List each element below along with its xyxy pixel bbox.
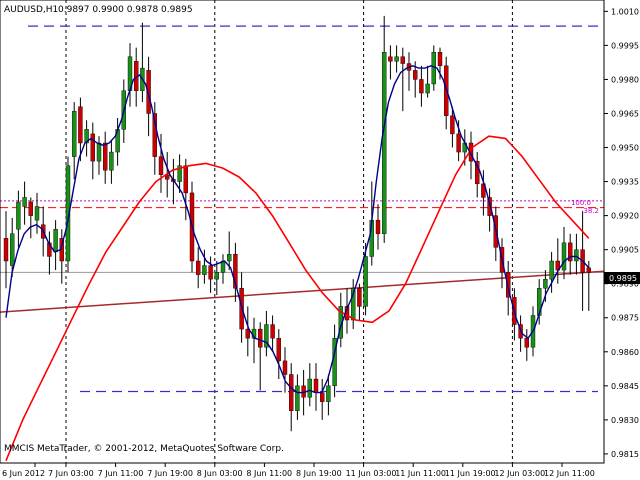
price-tick-label: 0.9980: [611, 75, 639, 84]
candle-body: [561, 242, 567, 271]
candle-body: [214, 272, 220, 280]
candle-body: [388, 56, 393, 62]
candle-body: [295, 385, 300, 411]
candle-body: [357, 288, 362, 307]
candle-body: [524, 337, 529, 348]
candle-body: [413, 70, 418, 80]
candle-body: [258, 328, 263, 348]
candle-body: [425, 83, 430, 94]
candle-body: [16, 201, 21, 230]
candle-body: [313, 378, 319, 393]
candle-body: [320, 392, 325, 402]
time-tick-label: 11 Jun 11:00: [395, 469, 446, 478]
price-tick-label: 0.9995: [611, 41, 639, 50]
chart-window[interactable]: 1.0010 0.9995 0.9980 0.9965 0.9950 0.9935 0.99…: [0, 0, 640, 480]
price-tick-label: 0.9965: [611, 109, 639, 118]
price-tick-label: 0.9920: [611, 212, 639, 221]
candle-body: [400, 56, 405, 64]
candle-body: [158, 156, 164, 175]
price-tick-label: 0.9830: [611, 416, 639, 425]
time-tick-label: 7 Jun 11:00: [98, 469, 144, 478]
candle-body: [549, 260, 554, 280]
time-tick-label: 8 Jun 19:00: [296, 469, 342, 478]
candle-body: [9, 233, 15, 266]
candle-body: [102, 142, 108, 171]
price-tick-label: 0.9845: [611, 382, 639, 391]
time-tick-label: 11 Jun 03:00: [346, 469, 397, 478]
candle-body: [109, 151, 114, 171]
candle-body: [586, 267, 591, 273]
candle-body: [382, 52, 387, 234]
candle-body: [3, 238, 9, 262]
candle-body: [543, 278, 548, 289]
candle-body: [394, 56, 399, 62]
price-tick-label: 1.0010: [611, 7, 639, 16]
candle-body: [375, 219, 381, 234]
time-tick-label: 11 Jun 19:00: [445, 469, 496, 478]
price-tick-label: 0.9815: [611, 450, 639, 459]
fib-label-38: 38.2: [583, 207, 599, 215]
time-tick-label: 7 Jun 03:00: [48, 469, 94, 478]
symbol-label: AUDUSD,H1: [4, 5, 58, 15]
time-tick-label: 12 Jun 03:00: [494, 469, 545, 478]
candle-body: [289, 374, 294, 411]
copyright-text: MMCIS MetaTrader, © 2001-2012, MetaQuote…: [4, 444, 284, 454]
candle-body: [226, 253, 232, 262]
price-tick-label: 0.9950: [611, 144, 639, 153]
candle-body: [28, 201, 33, 216]
candle-body: [202, 265, 207, 275]
candle-body: [208, 265, 213, 280]
price-tick-label: 0.9935: [611, 178, 639, 187]
time-tick-label: 8 Jun 11:00: [246, 469, 292, 478]
candle-body: [456, 133, 461, 153]
candle-body: [71, 111, 77, 157]
time-tick-label: 7 Jun 19:00: [147, 469, 193, 478]
time-tick-label: 6 Jun 2012: [2, 469, 45, 478]
candle-body: [437, 52, 443, 67]
current-price-label: 0.9895: [609, 274, 637, 283]
candle-body: [276, 337, 281, 362]
candle-body: [270, 324, 275, 339]
price-tick-label: 0.9905: [611, 246, 639, 255]
chart-background: [0, 0, 640, 480]
time-tick-label: 12 Jun 11:00: [544, 469, 595, 478]
ohlc-readout: 0.9897 0.9900 0.9878 0.9895: [58, 5, 193, 15]
candle-body: [307, 378, 312, 398]
candle-body: [282, 360, 288, 375]
time-tick-label: 8 Jun 03:00: [197, 469, 243, 478]
candle-body: [183, 165, 189, 194]
candle-body: [195, 260, 201, 275]
candle-body: [34, 206, 40, 221]
candle-body: [22, 197, 27, 207]
candle-body: [96, 142, 102, 162]
price-tick-label: 0.9860: [611, 348, 639, 357]
candle-body: [450, 115, 455, 135]
candle-body: [574, 249, 579, 262]
candle-body: [326, 385, 331, 402]
candle-body: [363, 256, 368, 307]
candle-body: [78, 106, 83, 144]
fib-label-100: 100.0: [571, 199, 591, 207]
candle-body: [419, 79, 424, 94]
price-chart[interactable]: 1.0010 0.9995 0.9980 0.9965 0.9950 0.9935 0.99…: [0, 0, 640, 480]
candle-body: [53, 229, 58, 253]
price-tick-label: 0.9875: [611, 314, 639, 323]
